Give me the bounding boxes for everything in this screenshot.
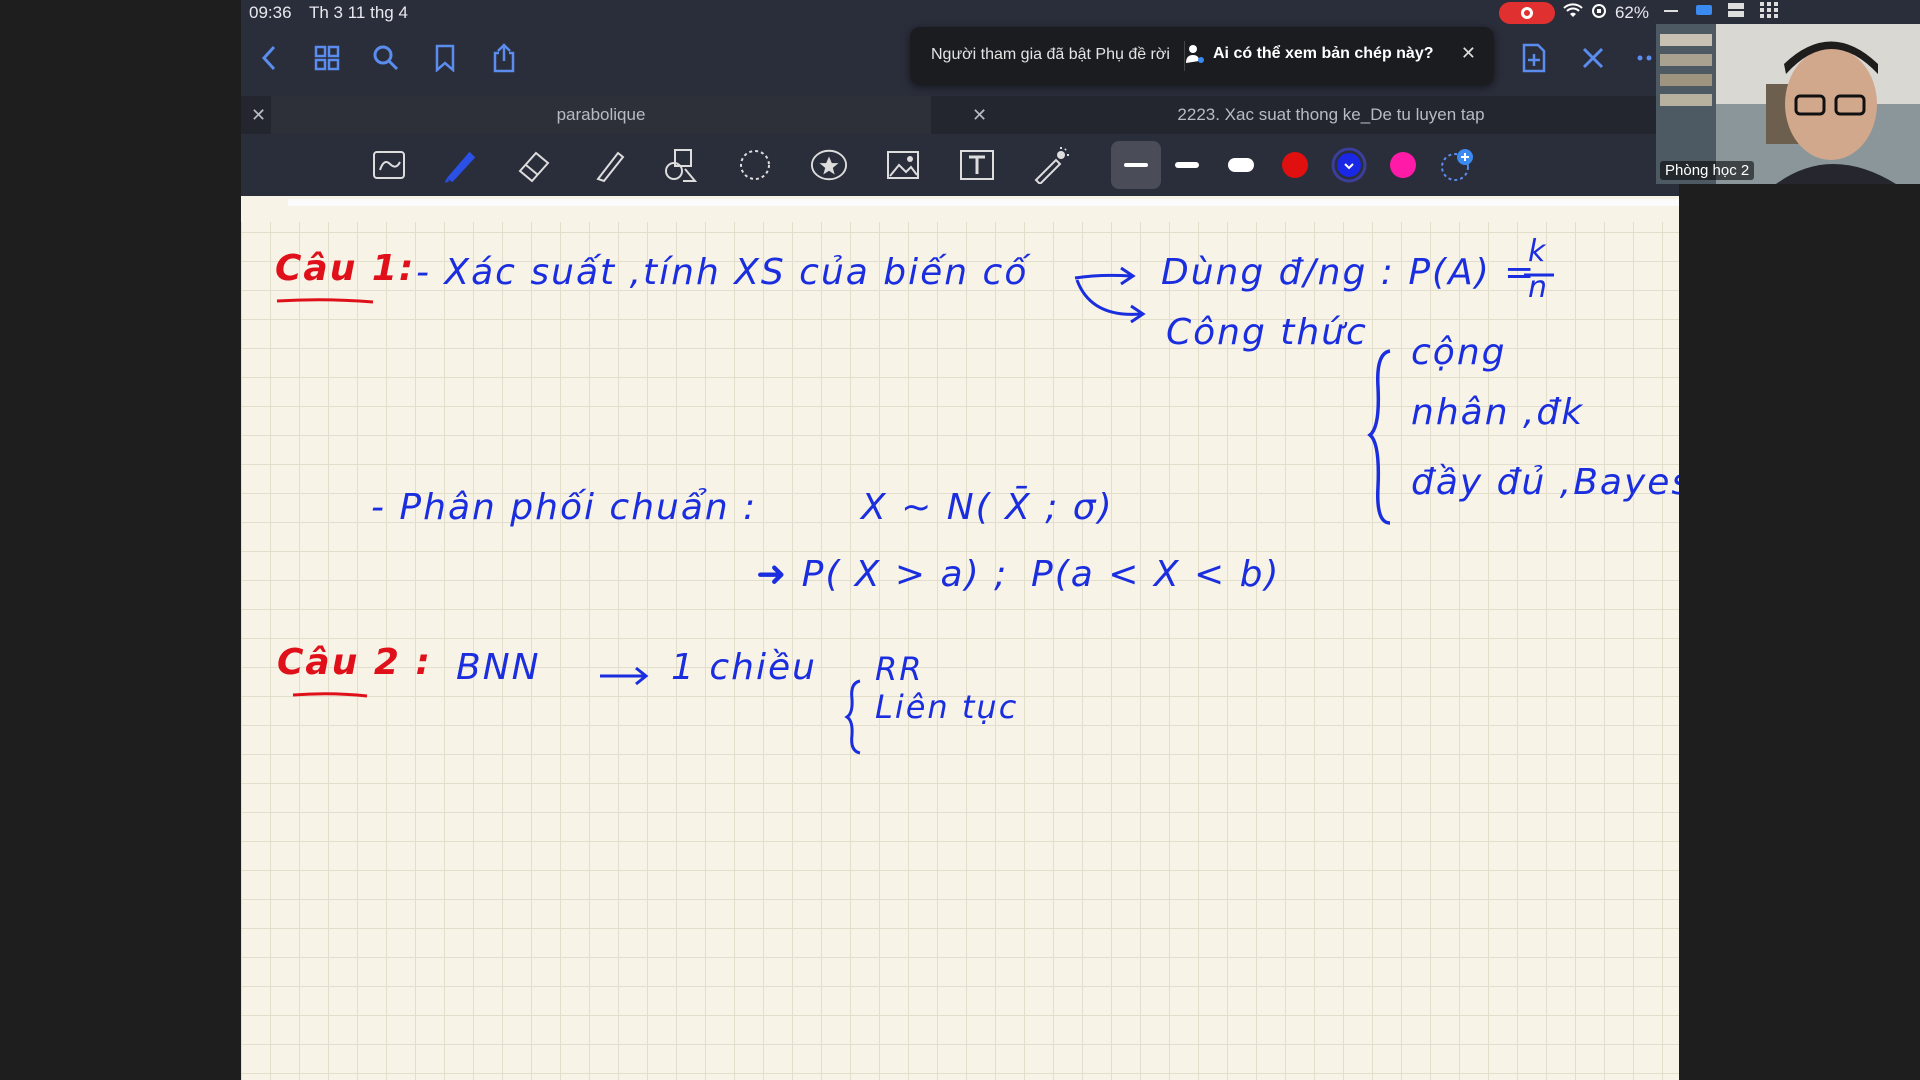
add-page-icon[interactable] bbox=[1516, 40, 1552, 76]
probability-greater: ➜ P( X > a) ; bbox=[756, 554, 1009, 595]
toast-close-icon[interactable]: ✕ bbox=[1461, 43, 1476, 64]
speaker-view-icon[interactable] bbox=[1696, 5, 1712, 15]
cau-1-underline bbox=[276, 298, 374, 304]
color-swatch-blue-selected[interactable] bbox=[1330, 146, 1368, 184]
phan-phoi-chuan: - Phân phối chuẩn : bbox=[371, 487, 758, 528]
cau-2-underline bbox=[292, 692, 368, 698]
tab-close-icon[interactable]: ✕ bbox=[972, 105, 987, 126]
bookmark-icon[interactable] bbox=[427, 40, 463, 76]
gallery-view-icon[interactable] bbox=[1760, 2, 1778, 18]
color-swatch-pink[interactable] bbox=[1384, 146, 1422, 184]
eraser-icon[interactable] bbox=[515, 146, 553, 184]
share-icon[interactable] bbox=[486, 40, 522, 76]
text-box-icon[interactable] bbox=[958, 146, 996, 184]
grid-view-icon[interactable] bbox=[309, 40, 345, 76]
cau-2-heading: Câu 2 : bbox=[277, 642, 432, 683]
roi-rac: RR bbox=[875, 650, 924, 688]
person-lock-icon bbox=[1185, 43, 1205, 70]
shapes-icon[interactable] bbox=[662, 146, 700, 184]
probability-between: P(a < X < b) bbox=[1031, 554, 1281, 595]
rule-cong: cộng bbox=[1411, 332, 1507, 373]
elements-star-icon[interactable] bbox=[810, 146, 848, 184]
status-bar: 09:36 Th 3 11 thg 4 62% bbox=[241, 0, 1679, 26]
dung-dinh-nghia: Dùng đ/ng : P(A) = bbox=[1161, 252, 1537, 293]
ipad-screen: 09:36 Th 3 11 thg 4 62% ✕ parabolique ✕ … bbox=[241, 0, 1679, 1080]
back-chevron-icon[interactable] bbox=[251, 40, 287, 76]
window-controls bbox=[1656, 0, 1920, 24]
status-time: 09:36 bbox=[249, 3, 292, 22]
captions-toast: Người tham gia đã bật Phụ đề rời Ai có t… bbox=[910, 27, 1494, 85]
stacked-view-icon[interactable] bbox=[1728, 3, 1744, 17]
rule-day-du-bayes: đầy đủ ,Bayes bbox=[1411, 462, 1679, 503]
pen-toolbar bbox=[241, 134, 1679, 196]
bnn-arrow bbox=[600, 666, 649, 686]
stroke-medium[interactable] bbox=[1168, 146, 1206, 184]
normal-distribution-formula: X ~ N( X̄ ; σ) bbox=[861, 487, 1114, 528]
image-icon[interactable] bbox=[884, 146, 922, 184]
pen-icon[interactable] bbox=[441, 146, 479, 184]
toast-message: Người tham gia đã bật Phụ đề rời bbox=[931, 46, 1170, 63]
lasso-icon[interactable] bbox=[736, 146, 774, 184]
color-swatch-red[interactable] bbox=[1276, 146, 1314, 184]
add-color-icon[interactable] bbox=[1438, 146, 1476, 184]
mot-chieu: 1 chiều bbox=[671, 647, 817, 688]
cong-thuc: Công thức bbox=[1166, 312, 1368, 353]
page-top-edge bbox=[288, 199, 1679, 206]
battery-percent: 62% bbox=[1614, 3, 1649, 22]
wifi-icon bbox=[1563, 2, 1583, 24]
fraction-denominator: n bbox=[1528, 270, 1550, 305]
bnn-label: BNN bbox=[456, 647, 541, 688]
big-brace bbox=[1367, 349, 1391, 525]
lien-tuc: Liên tục bbox=[875, 688, 1019, 726]
small-brace bbox=[844, 679, 861, 755]
branch-arrows bbox=[1074, 266, 1146, 324]
laser-pointer-icon[interactable] bbox=[1032, 146, 1070, 184]
close-icon[interactable] bbox=[1575, 40, 1611, 76]
document-tabs: ✕ parabolique ✕ 2223. Xac suat thong ke_… bbox=[241, 96, 1679, 134]
minimize-icon[interactable] bbox=[1664, 10, 1678, 14]
status-date: Th 3 11 thg 4 bbox=[309, 3, 408, 22]
lasso-zoom-icon[interactable] bbox=[370, 146, 408, 184]
cau-1-heading: Câu 1: bbox=[275, 248, 416, 289]
notebook-page[interactable]: Câu 1: - Xác suất ,tính XS của biến cố D… bbox=[241, 222, 1679, 1080]
participant-video-feed bbox=[1656, 24, 1920, 184]
highlighter-icon[interactable] bbox=[589, 146, 627, 184]
participant-name: Phòng học 2 bbox=[1660, 161, 1755, 180]
line-xac-suat: - Xác suất ,tính XS của biến cố bbox=[416, 252, 1029, 293]
tab-close-icon[interactable]: ✕ bbox=[251, 105, 266, 126]
tab-parabolique[interactable]: parabolique bbox=[271, 96, 931, 134]
lock-rotation-icon bbox=[1591, 3, 1607, 24]
participant-video[interactable]: Phòng học 2 bbox=[1656, 24, 1920, 184]
rule-nhan-dk: nhân ,đk bbox=[1411, 392, 1585, 433]
screen-record-indicator[interactable] bbox=[1498, 2, 1555, 24]
search-icon[interactable] bbox=[368, 40, 404, 76]
stroke-thick[interactable] bbox=[1222, 146, 1260, 184]
fraction-numerator: k bbox=[1528, 234, 1548, 269]
tab-xac-suat-thong-ke[interactable]: 2223. Xac suat thong ke_De tu luyen tap bbox=[991, 96, 1671, 134]
toast-question-link[interactable]: Ai có thể xem bản chép này? bbox=[1213, 45, 1434, 63]
stroke-thin-selected[interactable] bbox=[1111, 141, 1161, 189]
